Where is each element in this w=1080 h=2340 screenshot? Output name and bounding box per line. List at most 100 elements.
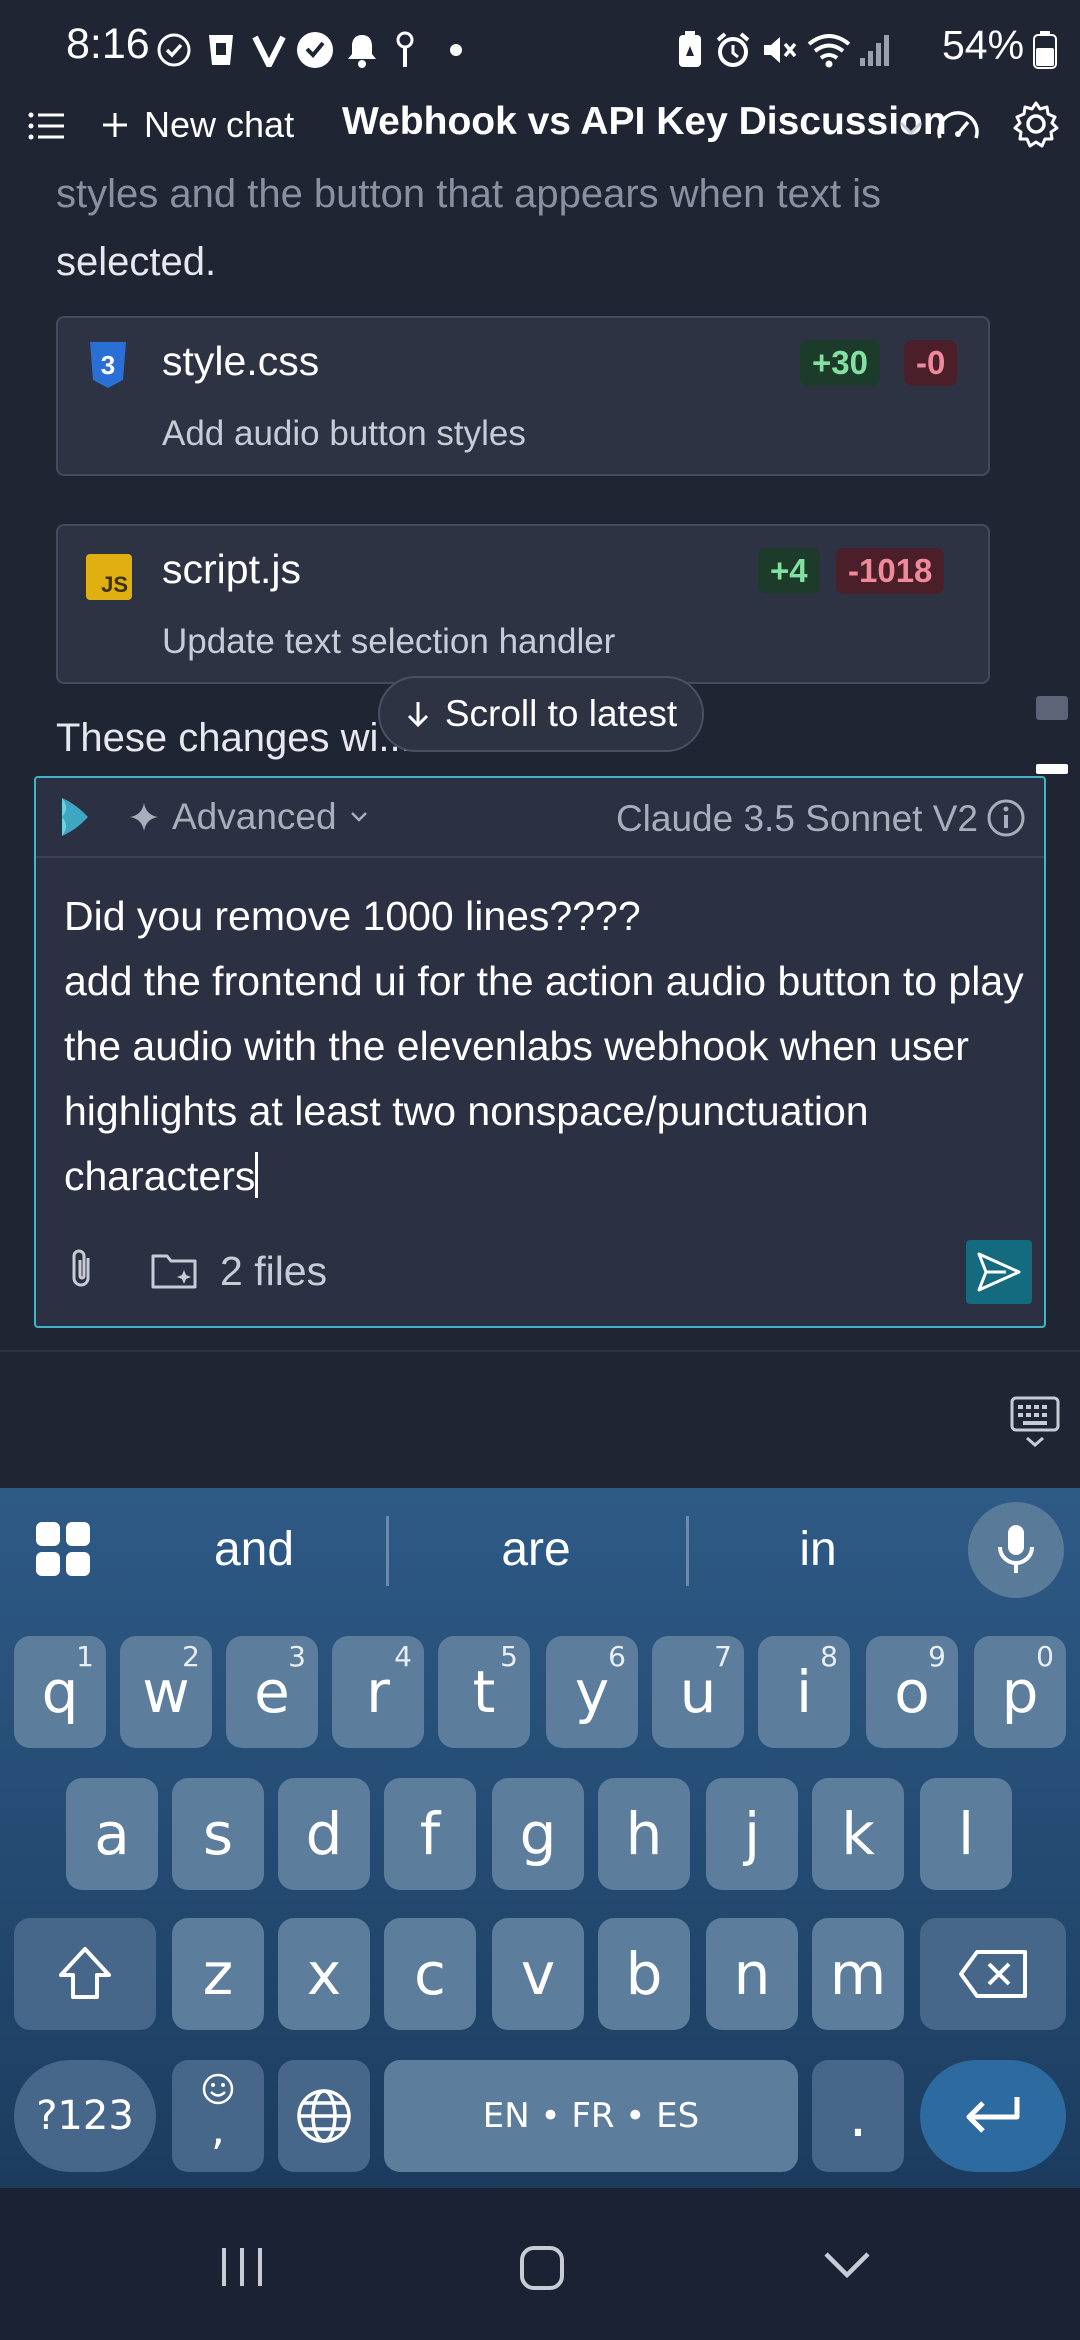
microphone-icon [998, 1525, 1034, 1573]
recent-apps-icon[interactable] [218, 2246, 266, 2293]
key-g[interactable]: g [492, 1778, 584, 1890]
bell-icon [346, 30, 378, 70]
message-line: selected. [56, 240, 217, 284]
divider [0, 1350, 1080, 1352]
back-chevron-down-icon[interactable] [822, 2248, 872, 2287]
key-f[interactable]: f [384, 1778, 476, 1890]
keyboard-hide-icon[interactable] [1010, 1396, 1060, 1455]
key-l[interactable]: l [920, 1778, 1012, 1890]
message-text: Did you remove 1000 lines???? add the fr… [64, 893, 1024, 1199]
key-z[interactable]: z [172, 1918, 264, 2030]
enter-icon [966, 2097, 1020, 2133]
battery-percentage: 54% [942, 22, 1025, 68]
space-key[interactable]: EN • FR • ES [384, 2060, 798, 2172]
composer-toolbar: Advanced Claude 3.5 Sonnet V2 [36, 778, 1044, 858]
signal-icon [858, 30, 892, 70]
menu-icon[interactable] [26, 106, 66, 151]
key-w[interactable]: w2 [120, 1636, 212, 1748]
folder-sparkle-icon[interactable] [150, 1248, 200, 1297]
scrollbar-marker[interactable] [1036, 696, 1068, 720]
key-s[interactable]: s [172, 1778, 264, 1890]
suggestion-1[interactable]: and [154, 1522, 354, 1577]
files-count-label[interactable]: 2 files [220, 1248, 327, 1295]
chevron-down-icon[interactable] [898, 118, 924, 143]
scrollbar-thumb[interactable] [1036, 764, 1068, 774]
gear-icon[interactable] [1012, 100, 1060, 153]
shift-key[interactable] [14, 1918, 156, 2030]
mode-selector[interactable]: Advanced [128, 796, 369, 838]
suggestion-separator [386, 1516, 389, 1586]
key-h[interactable]: h [598, 1778, 690, 1890]
apps-grid-icon[interactable] [34, 1520, 92, 1583]
key-t[interactable]: t5 [438, 1636, 530, 1748]
message-input[interactable]: Did you remove 1000 lines???? add the fr… [64, 884, 1024, 1209]
file-card-script-js[interactable]: JS script.js +4 -1018 Update text select… [56, 524, 990, 684]
sparkle-icon [130, 803, 158, 831]
key-m[interactable]: m [812, 1918, 904, 2030]
key-v[interactable]: v [492, 1918, 584, 2030]
v-app-icon [252, 30, 286, 70]
emoji-icon [202, 2073, 234, 2105]
file-name: script.js [162, 546, 301, 592]
enter-key[interactable] [920, 2060, 1066, 2172]
key-b[interactable]: b [598, 1918, 690, 2030]
cup-icon [206, 30, 236, 70]
home-icon[interactable] [518, 2244, 566, 2297]
send-button[interactable] [966, 1240, 1032, 1304]
mute-icon [760, 30, 798, 70]
message-composer: Advanced Claude 3.5 Sonnet V2 Did you re… [34, 776, 1046, 1328]
scroll-to-latest-button[interactable]: Scroll to latest [378, 676, 704, 752]
key-p[interactable]: p0 [974, 1636, 1066, 1748]
lines-added-badge: +4 [758, 548, 820, 594]
vpn-shield-icon [296, 30, 334, 70]
conversation-title[interactable]: Webhook vs API Key Discussion [342, 100, 947, 144]
model-selector[interactable]: Claude 3.5 Sonnet V2 [616, 798, 978, 840]
svg-text:3: 3 [101, 350, 115, 380]
speedometer-icon[interactable] [934, 104, 982, 153]
key-d[interactable]: d [278, 1778, 370, 1890]
key-x[interactable]: x [278, 1918, 370, 2030]
key-k[interactable]: k [812, 1778, 904, 1890]
key-c[interactable]: c [384, 1918, 476, 2030]
assistant-message-text: styles and the button that appears when … [56, 160, 1056, 296]
wifi-icon [806, 30, 852, 70]
alarm-icon [714, 30, 752, 70]
backspace-key[interactable] [920, 1918, 1066, 2030]
key-e[interactable]: e3 [226, 1636, 318, 1748]
key-n[interactable]: n [706, 1918, 798, 2030]
suggestion-3[interactable]: in [718, 1522, 918, 1577]
new-chat-button[interactable]: New chat [100, 104, 294, 146]
attach-paperclip-icon[interactable] [62, 1248, 102, 1297]
shift-icon [59, 1947, 111, 1999]
more-dot-icon [448, 30, 464, 70]
message-line-faded: styles and the button that appears when … [56, 172, 881, 216]
key-q[interactable]: q1 [14, 1636, 106, 1748]
suggestion-2[interactable]: are [436, 1522, 636, 1577]
check-circle-icon [156, 30, 192, 70]
key-y[interactable]: y6 [546, 1636, 638, 1748]
key-o[interactable]: o9 [866, 1636, 958, 1748]
plus-icon [103, 113, 127, 137]
emoji-comma-key[interactable]: , [172, 2060, 264, 2172]
js-icon: JS [86, 554, 132, 600]
symbols-key[interactable]: ?123 [14, 2060, 156, 2172]
key-r[interactable]: r4 [332, 1636, 424, 1748]
key-j[interactable]: j [706, 1778, 798, 1890]
key-i[interactable]: i8 [758, 1636, 850, 1748]
battery-icon [1032, 30, 1058, 70]
send-icon [977, 1252, 1021, 1292]
period-key[interactable]: . [812, 2060, 904, 2172]
info-icon[interactable] [986, 798, 1026, 843]
microphone-button[interactable] [968, 1502, 1064, 1598]
suggestion-separator [686, 1516, 689, 1586]
file-card-style-css[interactable]: 3 style.css +30 -0 Add audio button styl… [56, 316, 990, 476]
navigation-bar [0, 2188, 1080, 2340]
key-a[interactable]: a [66, 1778, 158, 1890]
globe-icon [297, 2089, 351, 2143]
new-chat-label: New chat [144, 104, 295, 145]
key-u[interactable]: u7 [652, 1636, 744, 1748]
language-key[interactable] [278, 2060, 370, 2172]
scroll-to-latest-label: Scroll to latest [444, 693, 678, 734]
clock: 8:16 [66, 20, 150, 68]
text-cursor [255, 1152, 259, 1198]
